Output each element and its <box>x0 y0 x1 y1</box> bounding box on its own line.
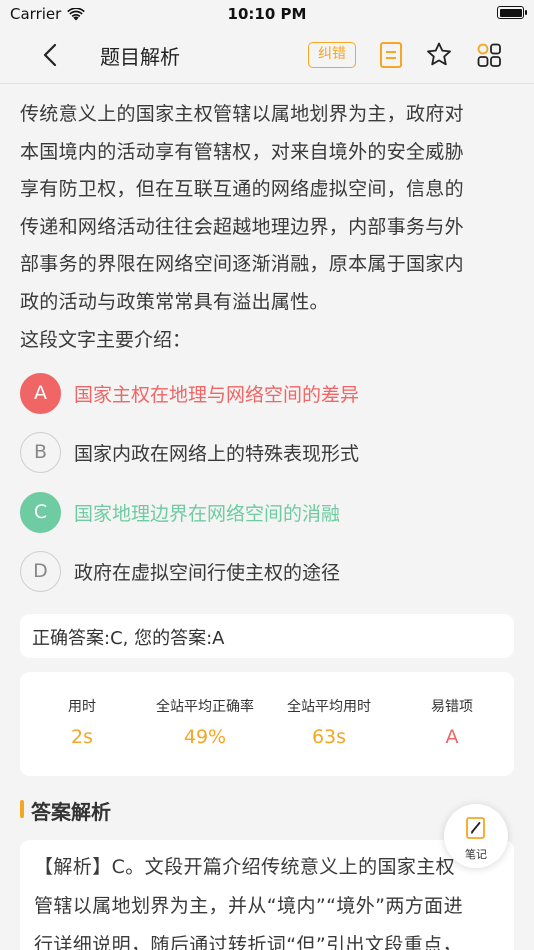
answer-summary: 正确答案:C, 您的答案:A <box>20 614 514 658</box>
grid-menu-icon[interactable] <box>474 40 504 70</box>
stats-card: 用时 2s 全站平均正确率 49% 全站平均用时 63s 易错项 A <box>20 672 514 776</box>
stem-line: 政的活动与政策常常具有溢出属性。 <box>20 290 329 313</box>
stat-label: 全站平均正确率 <box>156 699 254 715</box>
stem-line: 部事务的界限在网络空间逐渐消融，原本属于国家内 <box>20 253 464 275</box>
option-b[interactable]: B 国家内政在网络上的特殊表现形式 <box>20 431 516 475</box>
nav-bar: 题目解析 纠错 <box>0 28 534 84</box>
battery-icon <box>497 6 527 19</box>
stat-value: 63s <box>311 726 347 748</box>
note-button[interactable]: 笔记 <box>444 804 508 868</box>
answer-sheet-icon[interactable] <box>376 40 406 70</box>
stem-line: 传递和网络活动往往会超越地理边界，内部事务与外 <box>20 215 464 238</box>
option-letter: A <box>20 373 61 414</box>
stat-value: 2s <box>71 726 93 748</box>
option-d[interactable]: D 政府在虚拟空间行使主权的途径 <box>20 550 516 594</box>
section-title: 答案解析 <box>31 800 111 824</box>
option-text: 政府在虚拟空间行使主权的途径 <box>74 562 341 584</box>
option-letter: C <box>20 492 61 533</box>
stat-label: 全站平均用时 <box>287 699 371 715</box>
stat-value: A <box>445 726 459 748</box>
question-prompt: 这段文字主要介绍： <box>20 329 192 351</box>
stat-label: 易错项 <box>431 699 473 715</box>
question-stem: 传统意义上的国家主权管辖以属地划界为主，政府对 本国境内的活动享有管辖权，对来自… <box>20 96 516 321</box>
clock: 10:10 PM <box>227 5 307 23</box>
option-letter: B <box>20 432 61 473</box>
option-a[interactable]: A 国家主权在地理与网络空间的差异 <box>20 372 516 416</box>
report-error-button[interactable]: 纠错 <box>308 42 356 68</box>
analysis-line: 管辖以属地划界为主，并从“境内”“境外”两方面进 <box>34 895 463 917</box>
option-text: 国家内政在网络上的特殊表现形式 <box>74 443 360 465</box>
stat-value: 49% <box>183 726 227 748</box>
analysis-line: 【解析】C。文段开篇介绍传统意义上的国家主权 <box>34 856 456 878</box>
analysis-line: 行详细说明，随后通过转折词“但”引出文段重点， <box>34 934 462 950</box>
section-accent-bar <box>20 800 24 818</box>
stem-line: 本国境内的活动享有管辖权，对来自境外的安全威胁 <box>20 140 464 163</box>
note-label: 笔记 <box>465 848 487 861</box>
note-edit-icon <box>466 817 485 839</box>
page-title: 题目解析 <box>100 45 180 69</box>
analysis-text: 【解析】C。文段开篇介绍传统意义上的国家主权 管辖以属地划界为主，并从“境内”“… <box>20 840 514 950</box>
option-letter: D <box>20 551 61 592</box>
option-text: 国家主权在地理与网络空间的差异 <box>74 384 360 406</box>
back-icon[interactable] <box>36 40 66 70</box>
stem-line: 传统意义上的国家主权管辖以属地划界为主，政府对 <box>20 103 464 125</box>
stat-label: 用时 <box>68 699 96 715</box>
stem-line: 享有防卫权，但在互联互通的网络虚拟空间，信息的 <box>20 178 464 200</box>
status-bar: Carrier 10:10 PM <box>0 0 534 28</box>
option-c[interactable]: C 国家地理边界在网络空间的消融 <box>20 491 516 535</box>
star-icon[interactable] <box>424 40 454 70</box>
option-text: 国家地理边界在网络空间的消融 <box>74 503 341 525</box>
